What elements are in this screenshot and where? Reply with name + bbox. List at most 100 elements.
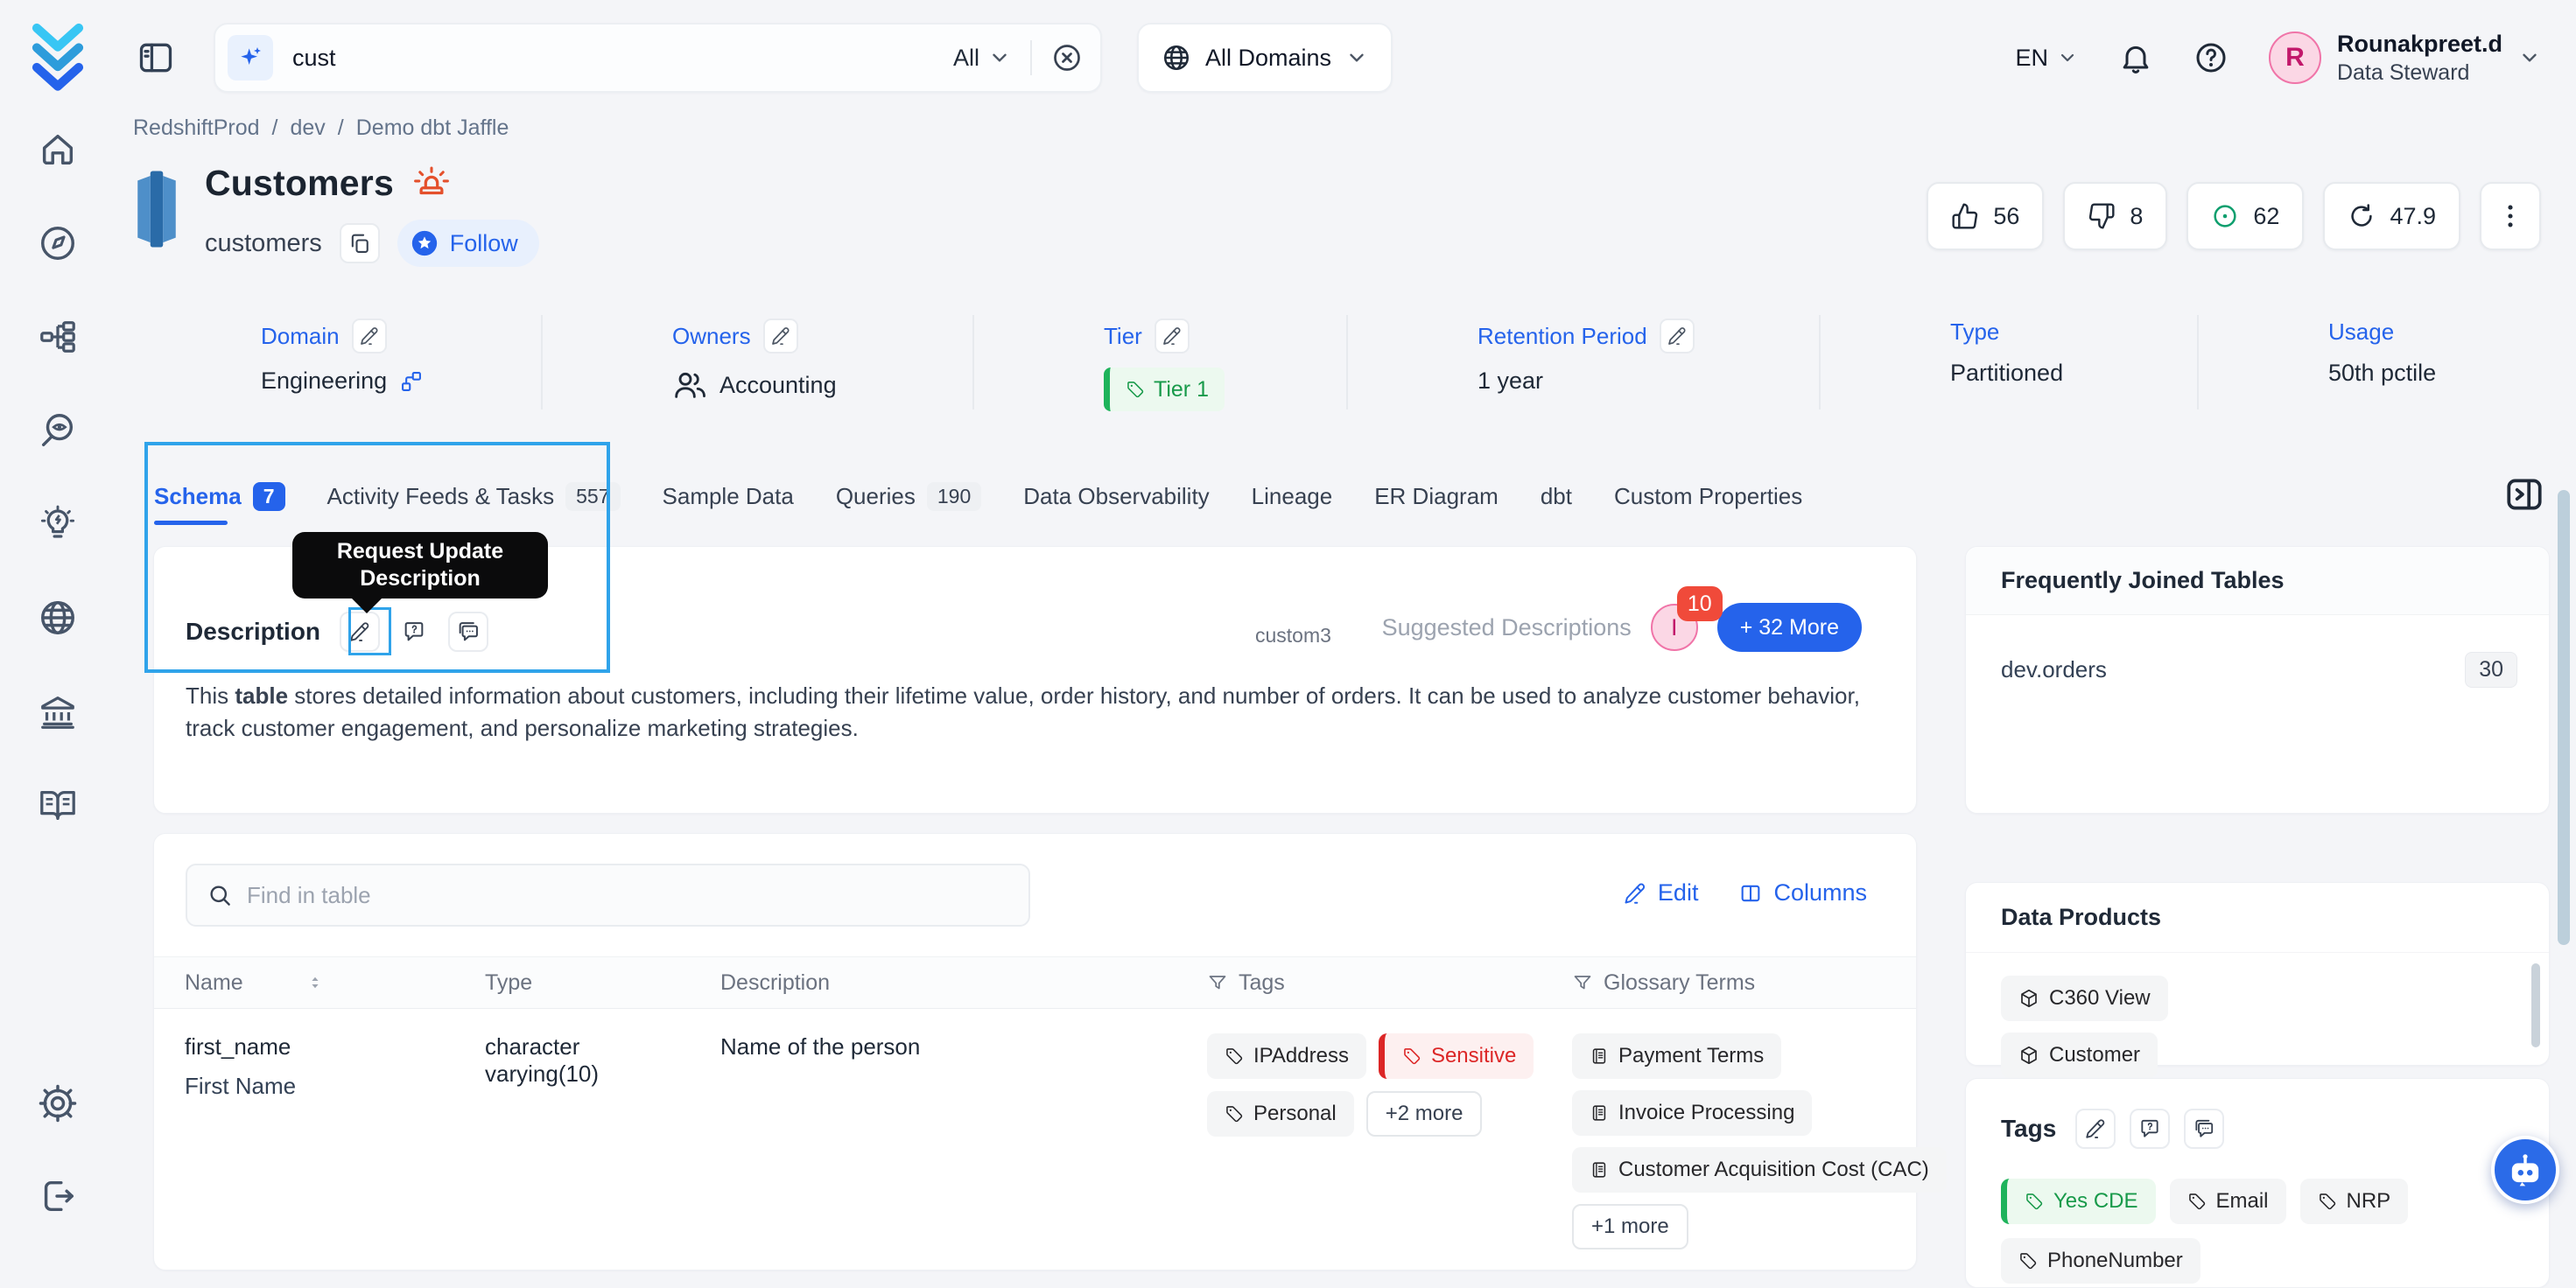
tab-er-diagram[interactable]: ER Diagram xyxy=(1374,469,1499,523)
governance-bank-icon[interactable] xyxy=(38,691,78,732)
tab-lineage[interactable]: Lineage xyxy=(1252,469,1333,523)
tag-pill[interactable]: PhoneNumber xyxy=(2001,1238,2200,1284)
col-header-glossary[interactable]: Glossary Terms xyxy=(1604,970,1755,996)
tag-pill[interactable]: Personal xyxy=(1207,1091,1354,1137)
search-input[interactable] xyxy=(292,44,953,72)
table-row[interactable]: first_name First Name character varying(… xyxy=(154,1009,1947,1250)
popularity-button[interactable]: 47.9 xyxy=(2323,182,2460,250)
home-icon[interactable] xyxy=(38,130,78,170)
edit-retention-icon[interactable] xyxy=(1659,318,1695,354)
column-name[interactable]: first_name xyxy=(185,1033,454,1060)
workflows-sitemap-icon[interactable] xyxy=(38,317,78,357)
metadata-tier: Tier Tier 1 xyxy=(974,315,1348,411)
edit-tags-icon[interactable] xyxy=(2075,1109,2116,1149)
breadcrumb-connection[interactable]: RedshiftProd xyxy=(133,116,260,141)
more-tags-pill[interactable]: +2 more xyxy=(1365,1091,1483,1137)
tier-label[interactable]: Tier xyxy=(1104,323,1142,350)
more-glossary-pill[interactable]: +1 more xyxy=(1572,1204,1688,1250)
data-product-pill[interactable]: C360 View xyxy=(2001,976,2168,1021)
retention-label[interactable]: Retention Period xyxy=(1478,323,1647,350)
health-button[interactable]: 62 xyxy=(2186,182,2305,250)
type-label[interactable]: Type xyxy=(1950,318,1999,346)
comments-icon[interactable] xyxy=(448,612,489,652)
glossary-book-icon[interactable] xyxy=(38,785,78,825)
glossary-term-pill[interactable]: Customer Acquisition Cost (CAC) xyxy=(1572,1147,1947,1193)
alert-siren-icon[interactable] xyxy=(411,164,452,204)
popularity-count: 47.9 xyxy=(2390,202,2436,229)
discover-compass-icon[interactable] xyxy=(38,223,78,263)
help-icon[interactable] xyxy=(2193,40,2229,75)
clear-search-icon[interactable] xyxy=(1051,42,1083,74)
col-header-type[interactable]: Type xyxy=(485,970,532,996)
filter-funnel-icon[interactable] xyxy=(1207,972,1228,993)
edit-owners-icon[interactable] xyxy=(762,318,798,354)
insights-lightbulb-icon[interactable] xyxy=(38,504,78,544)
request-update-icon[interactable] xyxy=(394,612,435,652)
tag-pill[interactable]: IPAddress xyxy=(1207,1033,1366,1079)
breadcrumb-database[interactable]: Demo dbt Jaffle xyxy=(356,116,509,141)
domain-value[interactable]: Engineering xyxy=(261,368,387,395)
tag-pill[interactable]: Email xyxy=(2169,1179,2286,1224)
edit-domain-icon[interactable] xyxy=(351,318,387,354)
data-product-pill[interactable]: Customer xyxy=(2001,1032,2158,1078)
tab-sample-data[interactable]: Sample Data xyxy=(663,469,794,523)
user-menu[interactable]: R Rounakpreet.d Data Steward xyxy=(2268,29,2541,87)
col-header-tags[interactable]: Tags xyxy=(1239,970,1285,996)
usage-label[interactable]: Usage xyxy=(2328,318,2394,346)
tab-data-observability[interactable]: Data Observability xyxy=(1023,469,1209,523)
avatar: R xyxy=(2268,32,2321,84)
notifications-bell-icon[interactable] xyxy=(2118,40,2153,75)
tab-custom-properties[interactable]: Custom Properties xyxy=(1614,469,1802,523)
find-in-table[interactable] xyxy=(186,864,1030,927)
left-sidebar xyxy=(0,0,116,1246)
all-domains-dropdown[interactable]: All Domains xyxy=(1137,23,1393,93)
joined-table-name[interactable]: dev.orders xyxy=(2001,656,2107,683)
owners-label[interactable]: Owners xyxy=(672,323,751,350)
logout-icon[interactable] xyxy=(38,1176,78,1216)
chatbot-button[interactable] xyxy=(2491,1136,2559,1204)
tag-pill-sensitive[interactable]: Sensitive xyxy=(1378,1033,1534,1079)
more-suggestions-button[interactable]: + 32 More xyxy=(1716,603,1862,652)
columns-button[interactable]: Columns xyxy=(1738,879,1867,906)
col-header-name[interactable]: Name xyxy=(185,970,243,996)
tab-dbt[interactable]: dbt xyxy=(1541,469,1572,523)
edit-table-button[interactable]: Edit xyxy=(1623,879,1698,906)
language-dropdown[interactable]: EN xyxy=(2015,45,2078,72)
tag-pill-yes-cde[interactable]: Yes CDE xyxy=(2001,1179,2156,1224)
tag-pill[interactable]: NRP xyxy=(2299,1179,2409,1224)
request-tag-update-icon[interactable] xyxy=(2130,1109,2171,1149)
observability-search-eye-icon[interactable] xyxy=(38,410,78,451)
follow-button[interactable]: Follow xyxy=(397,220,539,267)
edit-tier-icon[interactable] xyxy=(1154,318,1190,354)
domain-label[interactable]: Domain xyxy=(261,323,340,350)
more-actions-button[interactable] xyxy=(2480,182,2541,250)
settings-gear-icon[interactable] xyxy=(38,1083,78,1124)
page-scrollbar[interactable] xyxy=(2558,490,2570,945)
tab-schema[interactable]: Schema 7 xyxy=(154,469,285,525)
breadcrumb-schema[interactable]: dev xyxy=(290,116,325,141)
dislikes-button[interactable]: 8 xyxy=(2063,182,2168,250)
search-scope-dropdown[interactable]: All xyxy=(953,45,1011,72)
owners-value[interactable]: Accounting xyxy=(719,372,837,399)
sort-icon[interactable] xyxy=(305,972,326,993)
tab-activity-feeds[interactable]: Activity Feeds & Tasks 557 xyxy=(327,469,621,523)
collapse-panel-icon[interactable] xyxy=(2502,472,2546,516)
global-search[interactable]: All xyxy=(214,23,1102,93)
glossary-term-pill[interactable]: Payment Terms xyxy=(1572,1033,1782,1079)
glossary-term-pill[interactable]: Invoice Processing xyxy=(1572,1090,1813,1136)
description-title: Description xyxy=(186,618,321,645)
col-header-description[interactable]: Description xyxy=(720,970,830,996)
edit-description-icon[interactable] xyxy=(340,612,381,652)
tier-badge[interactable]: Tier 1 xyxy=(1104,368,1225,411)
filter-funnel-icon[interactable] xyxy=(1572,972,1593,993)
likes-button[interactable]: 56 xyxy=(1927,182,2045,250)
suggested-avatar[interactable]: I 10 xyxy=(1650,586,1723,651)
tag-comments-icon[interactable] xyxy=(2184,1109,2225,1149)
inner-scrollbar[interactable] xyxy=(2531,963,2540,1047)
copy-icon[interactable] xyxy=(339,223,380,263)
joined-table-row[interactable]: dev.orders 30 xyxy=(1966,615,2549,688)
web-globe-icon[interactable] xyxy=(38,598,78,638)
find-in-table-input[interactable] xyxy=(247,881,1009,909)
sidebar-toggle-icon[interactable] xyxy=(137,38,175,77)
tab-queries[interactable]: Queries 190 xyxy=(836,469,982,523)
